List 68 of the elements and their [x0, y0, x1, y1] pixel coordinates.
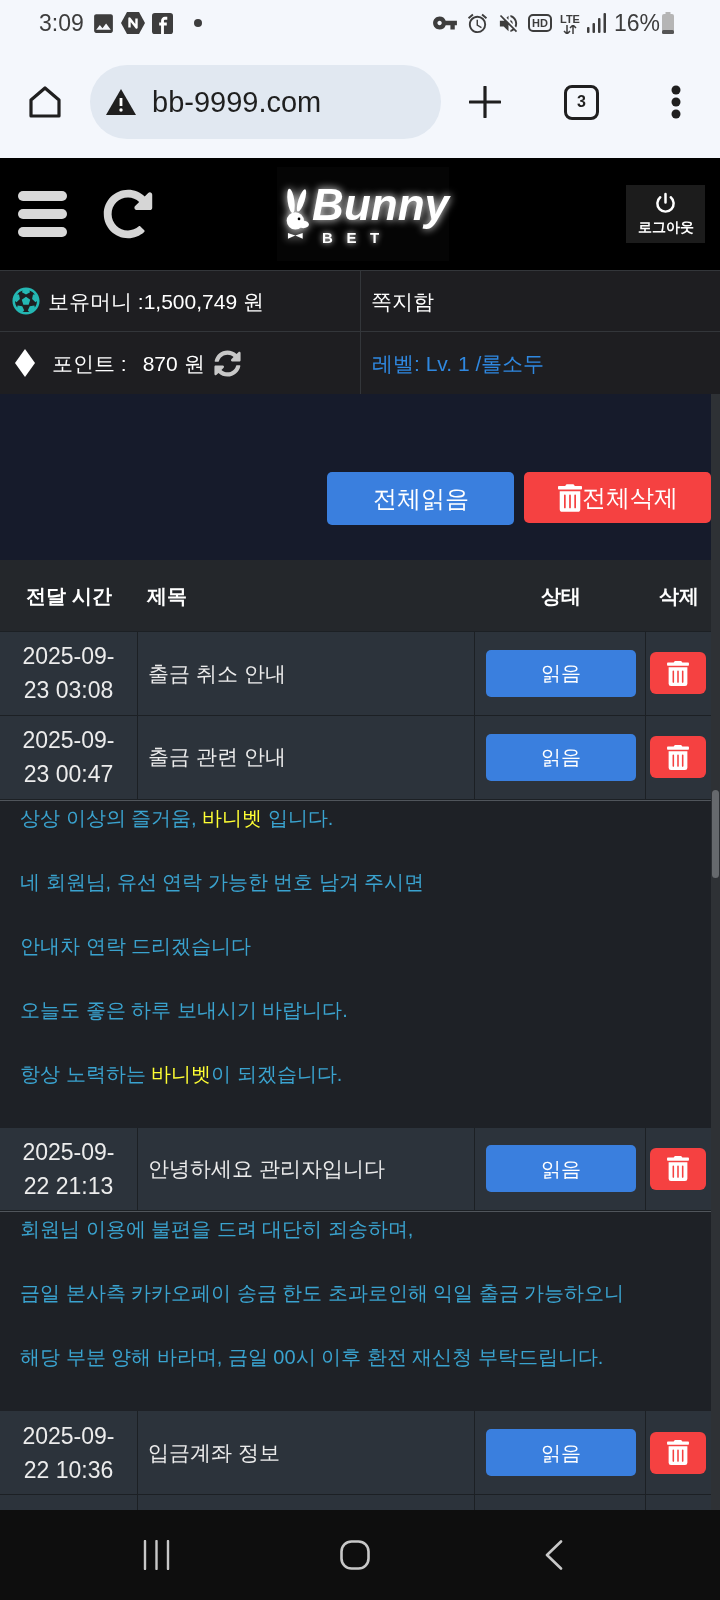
column-header: 상태 [540, 583, 581, 609]
read-button[interactable]: 읽음 [486, 1145, 636, 1193]
hd-indicator: HD [528, 14, 552, 32]
table-cell: 2025-09- 22 21:13 [0, 1127, 138, 1212]
trash-icon [667, 660, 689, 686]
message-text: 네 회원님, 유선 연락 가능한 번호 남겨 주시면 [20, 869, 425, 895]
read-button[interactable]: 읽음 [486, 733, 636, 781]
table-cell: 2025-09- 23 03:08 [0, 632, 138, 716]
notification-dot-icon [193, 19, 202, 27]
delete-button[interactable] [650, 736, 706, 779]
trash-icon [667, 1440, 689, 1466]
back-icon[interactable] [545, 1540, 563, 1570]
f-logo-icon [151, 12, 173, 34]
message-text: 해당 부분 양해 바라며, 금일 00시 이후 환전 재신청 부탁드립니다. [20, 1345, 604, 1371]
trash-icon [667, 744, 689, 770]
power-icon [654, 192, 677, 215]
message-text: 금일 본사측 카카오페이 송금 한도 초과로인해 익일 출금 가능하오니 [20, 1281, 625, 1307]
table-cell: 입금계좌 정보 [138, 1411, 475, 1495]
balance-text: 보유머니 :1,500,749 원 [48, 290, 264, 312]
plus-icon[interactable] [469, 86, 501, 118]
data-arrows-icon [562, 24, 577, 34]
read-button[interactable]: 읽음 [486, 1429, 636, 1477]
table-cell: 출금 관련 안내 [138, 715, 475, 800]
signal-icon [586, 13, 607, 33]
battery-text: 16% [613, 11, 660, 35]
table-cell: 안녕하세요 관리자입니다 [138, 1127, 475, 1212]
message-text: 오늘도 좋은 하루 보내시기 바랍니다. [20, 997, 348, 1023]
alarm-icon [466, 11, 490, 35]
trash-icon [557, 483, 582, 512]
lte-indicator: LTE [560, 12, 580, 25]
scrollbar-thumb[interactable] [712, 790, 719, 878]
trash-icon [667, 1156, 689, 1182]
column-header: 제목 [147, 583, 187, 609]
menu-icon[interactable] [18, 191, 67, 237]
logo-wordmark: Bunny [312, 181, 449, 229]
message-text: 항상 노력하는 바니벳이 되겠습니다. [20, 1061, 343, 1087]
delete-button[interactable] [650, 652, 706, 695]
logo-subtitle: BET [322, 229, 393, 247]
message-text: 회원님 이용에 불편을 드려 대단히 죄송하며, [20, 1217, 414, 1243]
column-header: 전달 시간 [26, 583, 112, 609]
table-cell: 출금 취소 안내 [138, 632, 475, 716]
logout-button[interactable]: 로그아웃 [626, 185, 705, 243]
message-text: 안내차 연락 드리겠습니다 [20, 933, 252, 959]
tab-switcher-button[interactable]: 3 [564, 84, 599, 120]
home-icon[interactable] [28, 85, 62, 119]
battery-icon [662, 12, 674, 34]
level-text: 레벨: Lv. 1 /롤소두 [372, 352, 545, 374]
refresh-icon[interactable] [103, 189, 153, 239]
column-header: 삭제 [658, 583, 699, 609]
points-label: 포인트 : [52, 352, 127, 374]
read-all-button[interactable]: 전체읽음 [327, 472, 514, 525]
delete-all-button[interactable]: 전체삭제 [524, 472, 711, 523]
address-bar[interactable]: bb-9999.com [90, 65, 441, 139]
read-button[interactable]: 읽음 [486, 649, 636, 697]
clock-text: 3:09 [39, 11, 84, 35]
inbox-link[interactable]: 쪽지함 [371, 290, 434, 312]
table-cell: 2025-09- 22 10:36 [0, 1411, 138, 1495]
recent-apps-icon[interactable] [143, 1540, 170, 1570]
points-value: 870 원 [142, 352, 205, 374]
sync-icon[interactable] [213, 349, 241, 377]
message-text: 상상 이상의 즐거움, 바니벳 입니다. [20, 805, 334, 831]
hexagon-logo-icon [120, 12, 145, 34]
delete-button[interactable] [650, 1147, 706, 1190]
diamond-icon [15, 349, 35, 377]
delete-button[interactable] [650, 1431, 706, 1474]
table-cell: 2025-09- 23 00:47 [0, 715, 138, 800]
more-icon[interactable] [671, 85, 681, 119]
warning-icon [106, 89, 136, 115]
